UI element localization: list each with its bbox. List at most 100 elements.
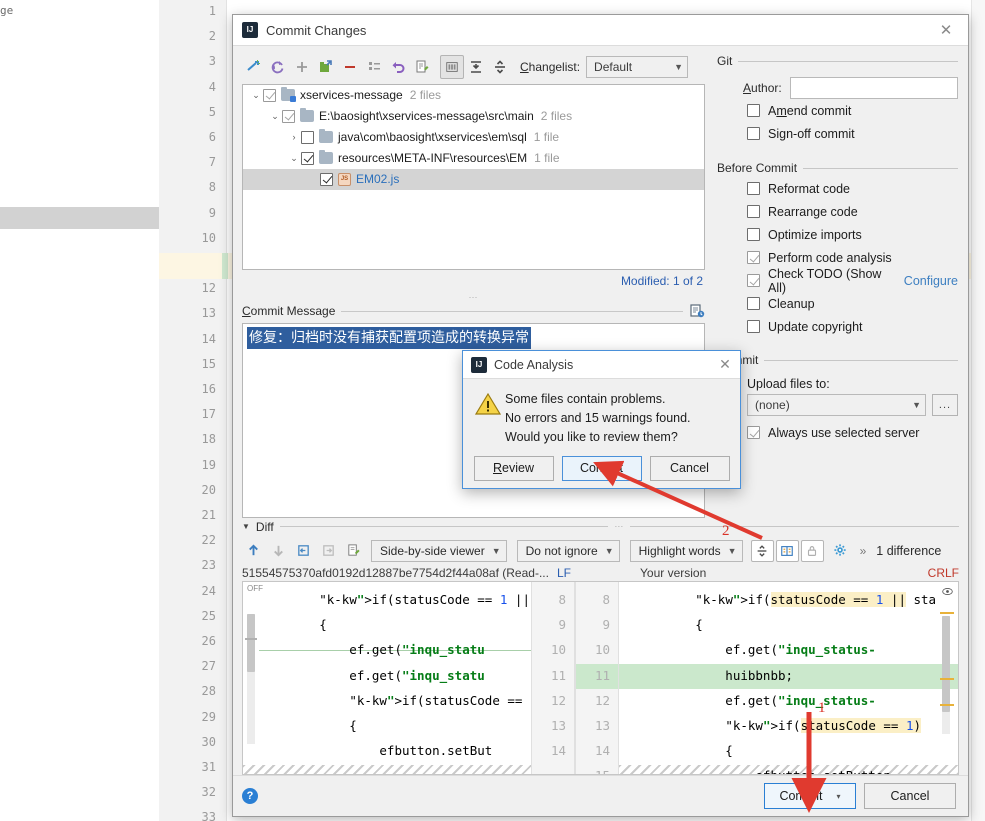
signoff-commit-checkbox[interactable] [747, 127, 760, 140]
chevron-right-icon[interactable]: › [287, 132, 301, 142]
chevron-down-icon: ▼ [727, 545, 737, 556]
ignore-mode-dropdown[interactable]: Do not ignore ▼ [516, 539, 620, 562]
diff-right-code-line: { [635, 617, 703, 633]
delete-changelist-icon[interactable] [338, 55, 362, 79]
show-diff-icon[interactable] [242, 55, 266, 79]
before-commit-checkbox[interactable] [747, 228, 760, 241]
diff-left-code-line: { [259, 718, 357, 733]
before-commit-checkbox[interactable] [747, 274, 760, 287]
cancel-analysis-button[interactable]: Cancel [649, 455, 730, 481]
before-commit-check-row[interactable]: Check TODO (Show All) Configure [747, 267, 958, 295]
ide-line-number-gutter: 1234567891011121314151617181920212223242… [159, 0, 227, 821]
highlight-mode-value: Highlight words [638, 543, 721, 558]
diff-left-code-line: { [259, 617, 327, 633]
upload-server-dropdown[interactable]: (none) ▼ [747, 394, 926, 416]
right-change-marker [940, 612, 954, 614]
ide-line-number: 17 [201, 407, 216, 422]
before-commit-label: Update copyright [768, 319, 863, 334]
diff-right-gutter: 8 9 10 11 12 13 14 15 [575, 582, 619, 774]
two-side-view-icon[interactable] [775, 539, 799, 562]
settings-gear-icon[interactable] [829, 540, 852, 562]
before-commit-checkbox[interactable] [747, 205, 760, 218]
ide-line-number: 33 [201, 810, 216, 821]
tree-row-checkbox[interactable] [282, 109, 295, 123]
before-commit-check-row[interactable]: Update copyright [747, 315, 958, 338]
lock-icon[interactable] [800, 539, 824, 562]
diff-section-header[interactable]: ▼ Diff ⋯ [242, 518, 959, 535]
splitter-grip[interactable]: ⋯ [242, 292, 705, 302]
close-icon[interactable]: ✕ [710, 356, 740, 373]
new-changelist-icon[interactable] [290, 55, 314, 79]
before-commit-checkbox[interactable] [747, 251, 760, 264]
tree-row[interactable]: ⌄ resources\META-INF\resources\EM 1 file [243, 148, 704, 169]
expand-all-icon[interactable] [464, 55, 488, 79]
commit-anyway-button[interactable]: Comm i t [561, 455, 642, 481]
chevron-down-icon[interactable]: ⌄ [249, 90, 263, 101]
tree-row-checkbox[interactable] [320, 172, 333, 186]
browse-servers-button[interactable]: ... [932, 394, 958, 416]
collapse-unchanged-icon[interactable] [750, 539, 774, 562]
before-commit-check-row[interactable]: Reformat code [747, 177, 958, 200]
configure-link[interactable]: Configure [904, 274, 958, 288]
close-icon[interactable]: ✕ [924, 15, 968, 46]
tree-row-checkbox[interactable] [263, 88, 276, 102]
diff-right-code-line: ef.get("inqu_status- [635, 642, 876, 658]
left-scrollbar-thumb[interactable] [247, 614, 255, 672]
tree-row-checkbox[interactable] [301, 130, 314, 144]
always-use-server-row[interactable]: Always use selected server [747, 421, 958, 444]
chevron-down-icon[interactable]: ▾ [837, 792, 841, 801]
diff-viewer[interactable]: OFF "k-kw">if(statusCode == 1 || s { ef.… [242, 581, 959, 775]
before-commit-check-row[interactable]: Optimize imports [747, 223, 958, 246]
message-line-1: Some files contain problems. [505, 392, 666, 406]
tree-row[interactable]: JS EM02.js [243, 168, 704, 190]
before-commit-check-row[interactable]: Rearrange code [747, 200, 958, 223]
rollback-icon[interactable] [386, 55, 410, 79]
next-difference-icon[interactable] [267, 540, 290, 562]
tree-row[interactable]: › java\com\baosight\xservices\em\sql 1 fil… [243, 127, 704, 148]
accept-left-icon[interactable] [292, 540, 315, 562]
tree-row[interactable]: ⌄ E:\baosight\xservices-message\src\main 2… [243, 106, 704, 127]
ide-line-number: 7 [208, 155, 216, 170]
show-diff-with-local-icon[interactable] [410, 55, 434, 79]
chevron-down-icon[interactable]: ⌄ [287, 153, 301, 164]
commit-history-icon[interactable] [689, 303, 705, 319]
author-field[interactable] [789, 77, 958, 99]
changelist-dropdown[interactable]: Default ▼ [586, 55, 689, 78]
diff-left-line-number: 9 [558, 617, 566, 633]
overflow-chevron-icon[interactable]: » [860, 544, 867, 558]
chevron-down-icon[interactable]: ⌄ [268, 111, 282, 122]
message-line-3: Would you like to review them? [505, 430, 678, 444]
splitter-grip[interactable]: ⋯ [614, 521, 624, 532]
changed-files-tree[interactable]: ⌄ xservices-message 2 files ⌄ E:\baosight\xs… [242, 83, 705, 270]
group-by-module-icon[interactable] [440, 54, 464, 79]
signoff-commit-row[interactable]: Sign-off commit [747, 122, 958, 145]
tree-row-checkbox[interactable] [301, 151, 314, 165]
set-active-changelist-icon[interactable] [362, 55, 386, 79]
viewer-mode-dropdown[interactable]: Side-by-side viewer ▼ [371, 539, 507, 562]
before-commit-checkbox[interactable] [747, 297, 760, 310]
refresh-changes-icon[interactable] [266, 55, 290, 79]
commit-button[interactable]: Commit ▾ [764, 783, 856, 809]
ide-line-number: 27 [201, 659, 216, 674]
help-icon[interactable]: ? [242, 788, 258, 804]
always-use-server-checkbox[interactable] [747, 426, 760, 439]
before-commit-check-row[interactable]: Cleanup [747, 292, 958, 315]
highlight-mode-dropdown[interactable]: Highlight words ▼ [629, 539, 743, 562]
right-scrollbar-thumb[interactable] [942, 616, 950, 712]
cancel-button[interactable]: Cancel [864, 783, 956, 809]
accept-right-icon[interactable] [317, 540, 340, 562]
before-commit-checkbox[interactable] [747, 320, 760, 333]
move-to-changelist-icon[interactable] [314, 55, 338, 79]
chevron-down-icon: ▼ [242, 522, 250, 531]
amend-commit-row[interactable]: Amend commit [747, 99, 958, 122]
amend-commit-checkbox[interactable] [747, 104, 760, 117]
collapse-all-icon[interactable] [488, 55, 512, 79]
before-commit-checkbox[interactable] [747, 182, 760, 195]
edit-source-icon[interactable] [342, 540, 365, 562]
review-button[interactable]: Review [473, 455, 554, 481]
tree-row[interactable]: ⌄ xservices-message 2 files [243, 85, 704, 106]
diff-left-pane[interactable]: OFF "k-kw">if(statusCode == 1 || s { ef.… [243, 582, 531, 774]
before-commit-group-header: Before Commit [717, 159, 958, 177]
prev-difference-icon[interactable] [242, 540, 265, 562]
diff-right-pane[interactable]: "k-kw">if(statusCode == 1 || sta { ef.ge… [619, 582, 958, 774]
